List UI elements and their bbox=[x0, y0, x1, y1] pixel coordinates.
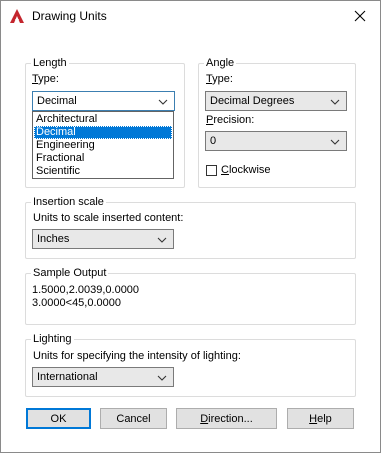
help-button[interactable]: Help bbox=[287, 408, 354, 429]
angle-precision-label: Precision: bbox=[206, 114, 255, 126]
insertion-scale-group-label: Insertion scale bbox=[31, 196, 106, 208]
angle-type-value: Decimal Degrees bbox=[210, 95, 295, 107]
angle-type-select[interactable]: Decimal Degrees bbox=[205, 91, 347, 111]
direction-button[interactable]: Direction... bbox=[176, 408, 277, 429]
lighting-description: Units for specifying the intensity of li… bbox=[33, 350, 241, 362]
angle-type-label: Type: bbox=[206, 73, 233, 85]
chevron-down-icon bbox=[157, 237, 167, 243]
cancel-button[interactable]: Cancel bbox=[100, 408, 167, 429]
length-option-scientific[interactable]: Scientific bbox=[34, 165, 172, 178]
sample-output-line-1: 1.5000,2.0039,0.0000 bbox=[32, 284, 140, 296]
length-type-dropdown: Architectural Decimal Engineering Fracti… bbox=[32, 111, 174, 179]
window-title: Drawing Units bbox=[32, 9, 107, 23]
length-option-architectural[interactable]: Architectural bbox=[34, 113, 172, 126]
angle-precision-select[interactable]: 0 bbox=[205, 131, 347, 151]
lighting-group-label: Lighting bbox=[31, 333, 74, 345]
close-icon bbox=[354, 10, 366, 22]
length-option-fractional[interactable]: Fractional bbox=[34, 152, 172, 165]
ok-button[interactable]: OK bbox=[26, 408, 91, 429]
chevron-down-icon bbox=[330, 99, 340, 105]
autocad-icon bbox=[10, 9, 24, 23]
length-option-engineering[interactable]: Engineering bbox=[34, 139, 172, 152]
length-type-select[interactable]: Decimal bbox=[32, 91, 175, 111]
angle-precision-value: 0 bbox=[210, 135, 217, 147]
close-button[interactable] bbox=[340, 1, 380, 31]
length-option-decimal[interactable]: Decimal bbox=[34, 126, 172, 139]
sample-output-line-2: 3.0000<45,0.0000 bbox=[32, 297, 122, 309]
title-bar[interactable]: Drawing Units bbox=[1, 1, 380, 31]
length-type-label: Type: bbox=[32, 73, 59, 85]
sample-output-group-label: Sample Output bbox=[31, 267, 109, 279]
insertion-scale-value: Inches bbox=[37, 233, 70, 245]
chevron-down-icon bbox=[330, 139, 340, 145]
clockwise-label[interactable]: Clockwise bbox=[221, 164, 271, 176]
angle-group-label: Angle bbox=[204, 57, 237, 69]
drawing-units-dialog: Drawing Units Length Type: Decimal Archi… bbox=[0, 0, 381, 453]
length-group-label: Length bbox=[31, 57, 69, 69]
clockwise-checkbox[interactable] bbox=[206, 165, 217, 176]
length-type-value: Decimal bbox=[37, 95, 77, 107]
insertion-scale-select[interactable]: Inches bbox=[32, 229, 174, 249]
insertion-scale-description: Units to scale inserted content: bbox=[33, 212, 184, 224]
chevron-down-icon bbox=[157, 375, 167, 381]
chevron-down-icon bbox=[158, 99, 168, 105]
lighting-units-value: International bbox=[37, 371, 98, 383]
lighting-units-select[interactable]: International bbox=[32, 367, 174, 387]
